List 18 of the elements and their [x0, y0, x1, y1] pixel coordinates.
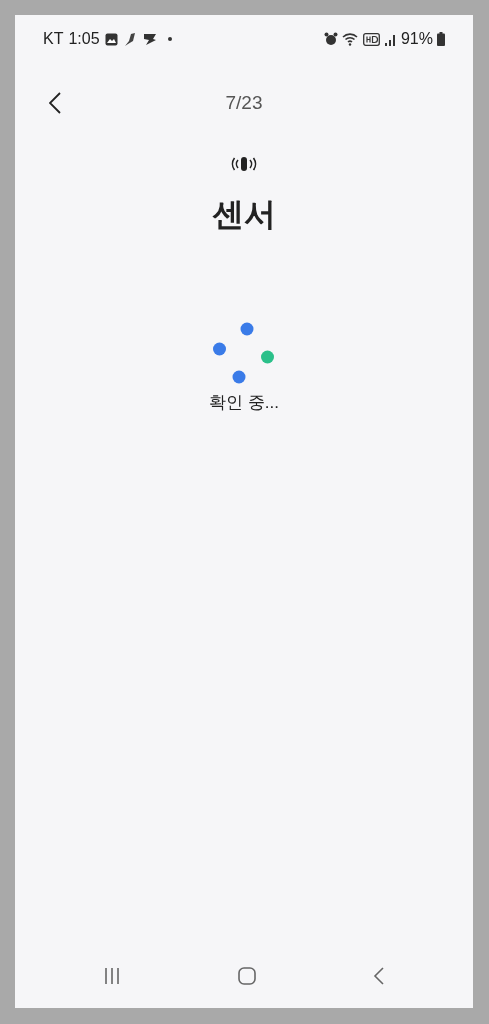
hd-icon	[362, 32, 380, 46]
loading-status-text: 확인 중...	[209, 392, 279, 414]
wifi-icon	[341, 32, 359, 46]
back-icon	[49, 92, 61, 114]
time-text: 1:05	[68, 29, 100, 49]
feather-icon	[122, 31, 137, 47]
carrier-text: KT	[43, 29, 64, 49]
home-icon[interactable]	[238, 967, 256, 985]
dot-icon	[166, 36, 173, 42]
battery-icon	[437, 32, 445, 46]
battery-percent-text: 91%	[400, 29, 433, 49]
signal-icon	[383, 32, 397, 46]
loading-spinner-icon	[213, 322, 275, 384]
back-nav-icon[interactable]	[372, 967, 385, 985]
step-counter: 7/23	[225, 90, 263, 115]
image-icon	[104, 32, 118, 46]
recent-apps-icon[interactable]	[103, 967, 122, 985]
page-title: 센서	[212, 195, 276, 234]
